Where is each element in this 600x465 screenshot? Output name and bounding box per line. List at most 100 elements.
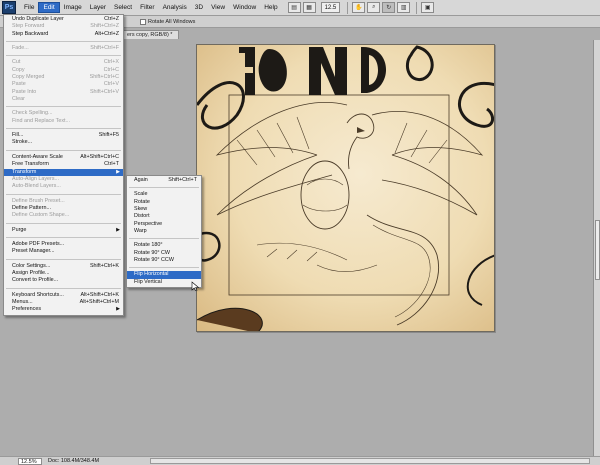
menu-item-shortcut: Ctrl+T bbox=[104, 161, 119, 168]
edit-menu-item-transform[interactable]: Transform ▶ bbox=[4, 168, 123, 176]
edit-menu-item-step-backward[interactable]: Step Backward Alt+Ctrl+Z bbox=[4, 31, 123, 38]
edit-menu-item-define-custom-shape: Define Custom Shape... bbox=[4, 212, 123, 219]
horizontal-scrollbar[interactable] bbox=[150, 458, 590, 464]
menu-separator bbox=[6, 55, 121, 57]
transform-menu-item-distort[interactable]: Distort bbox=[127, 213, 201, 220]
menu-item-label: Copy Merged bbox=[12, 74, 45, 81]
submenu-arrow-icon: ▶ bbox=[116, 226, 120, 233]
transform-menu-item-warp[interactable]: Warp bbox=[127, 228, 201, 235]
menu-item-label: Rotate 180° bbox=[134, 242, 163, 249]
menu-separator bbox=[6, 287, 121, 289]
menu-image[interactable]: Image bbox=[60, 3, 86, 12]
transform-menu-item-perspective[interactable]: Perspective bbox=[127, 221, 201, 228]
edit-menu-item-purge[interactable]: Purge ▶ bbox=[4, 227, 123, 234]
edit-menu-item-keyboard-shortcuts[interactable]: Keyboard Shortcuts... Alt+Shift+Ctrl+K bbox=[4, 292, 123, 299]
transform-menu-item-rotate-90-cw[interactable]: Rotate 90° CW bbox=[127, 250, 201, 257]
menu-item-label: Preferences bbox=[12, 306, 42, 313]
menu-item-label: Fill... bbox=[12, 132, 24, 139]
artwork-illustration bbox=[197, 45, 494, 331]
menu-item-label: Again bbox=[134, 177, 148, 183]
menu-item-shortcut: Shift+Ctrl+V bbox=[89, 88, 119, 95]
menu-item-label: Menus... bbox=[12, 298, 33, 305]
transform-menu-item-scale[interactable]: Scale bbox=[127, 191, 201, 198]
menu-filter[interactable]: Filter bbox=[136, 3, 158, 12]
transform-menu-item-flip-horizontal[interactable]: Flip Horizontal bbox=[127, 271, 201, 279]
menu-view[interactable]: View bbox=[207, 3, 229, 12]
arrange-documents-icon[interactable]: ▥ bbox=[397, 2, 411, 13]
hand-tool-icon[interactable]: ✋ bbox=[352, 2, 366, 13]
menu-item-label: Clear bbox=[12, 96, 25, 103]
edit-menu-item-fill[interactable]: Fill... Shift+F5 bbox=[4, 132, 123, 139]
launch-bridge-icon[interactable]: ▤ bbox=[287, 2, 301, 13]
menu-item-label: Define Custom Shape... bbox=[12, 212, 70, 219]
menu-item-label: Define Brush Preset... bbox=[12, 197, 65, 204]
artwork-canvas[interactable] bbox=[196, 44, 495, 332]
toolbar-divider bbox=[416, 1, 418, 14]
edit-menu-item-fade: Fade... Shift+Ctrl+F bbox=[4, 45, 123, 52]
edit-menu-item-color-settings[interactable]: Color Settings... Shift+Ctrl+K bbox=[4, 263, 123, 270]
rotate-view-tool-icon[interactable]: ↻ bbox=[382, 2, 396, 13]
edit-menu-item-assign-profile[interactable]: Assign Profile... bbox=[4, 270, 123, 277]
rotate-all-windows-label: Rotate All Windows bbox=[148, 19, 196, 25]
menu-separator bbox=[6, 41, 121, 43]
menu-item-label: Rotate 90° CCW bbox=[134, 257, 174, 264]
transform-menu-item-flip-vertical[interactable]: Flip Vertical bbox=[127, 279, 201, 286]
menu-item-shortcut: Shift+Ctrl+T bbox=[168, 177, 197, 183]
view-extras-icon[interactable]: ▦ bbox=[302, 2, 316, 13]
menu-separator bbox=[6, 106, 121, 108]
edit-menu-item-stroke[interactable]: Stroke... bbox=[4, 139, 123, 146]
transform-menu-item-skew[interactable]: Skew bbox=[127, 206, 201, 213]
mouse-pointer-icon bbox=[191, 281, 200, 291]
menu-item-label: Copy bbox=[12, 66, 25, 73]
vertical-scrollbar[interactable] bbox=[593, 40, 600, 456]
menu-window[interactable]: Window bbox=[229, 3, 260, 12]
menu-3d[interactable]: 3D bbox=[191, 3, 207, 12]
edit-menu-item-define-pattern[interactable]: Define Pattern... bbox=[4, 205, 123, 212]
edit-menu-item-preferences[interactable]: Preferences ▶ bbox=[4, 306, 123, 313]
menu-separator bbox=[129, 187, 199, 189]
menu-item-label: Define Pattern... bbox=[12, 204, 51, 211]
screen-mode-icon[interactable]: ▣ bbox=[421, 2, 435, 13]
menu-file[interactable]: File bbox=[20, 3, 38, 12]
transform-menu-item-rotate-180[interactable]: Rotate 180° bbox=[127, 242, 201, 249]
edit-menu-item-adobe-pdf-presets[interactable]: Adobe PDF Presets... bbox=[4, 241, 123, 248]
menu-layer[interactable]: Layer bbox=[86, 3, 110, 12]
application-bar-tools: ▤ ▦ 12.5 ✋ ⌕ ↻ ▥ ▣ bbox=[287, 1, 437, 14]
edit-menu-item-menus[interactable]: Menus... Alt+Shift+Ctrl+M bbox=[4, 299, 123, 306]
menu-item-label: Distort bbox=[134, 213, 150, 220]
edit-menu-item-undo-duplicate-layer[interactable]: Undo Duplicate Layer Ctrl+Z bbox=[4, 16, 123, 23]
menu-item-label: Auto-Align Layers... bbox=[12, 175, 60, 182]
zoom-level-select[interactable]: 12.5 bbox=[320, 2, 341, 13]
menu-item-label: Preset Manager... bbox=[12, 248, 55, 255]
vertical-scrollbar-thumb[interactable] bbox=[595, 220, 600, 280]
menu-item-label: Keyboard Shortcuts... bbox=[12, 291, 64, 298]
menu-item-label: Paste Into bbox=[12, 88, 37, 95]
photoshop-logo-icon[interactable]: Ps bbox=[2, 1, 16, 14]
menu-item-label: Find and Replace Text... bbox=[12, 117, 71, 124]
edit-menu-item-preset-manager[interactable]: Preset Manager... bbox=[4, 248, 123, 255]
edit-menu-item-free-transform[interactable]: Free Transform Ctrl+T bbox=[4, 161, 123, 168]
menu-edit[interactable]: Edit bbox=[38, 2, 60, 13]
menu-separator bbox=[6, 128, 121, 130]
menu-item-label: Step Forward bbox=[12, 23, 45, 30]
document-size-info[interactable]: Doc: 108.4M/348.4M bbox=[48, 458, 99, 464]
transform-menu-item-rotate-90-ccw[interactable]: Rotate 90° CCW bbox=[127, 257, 201, 264]
menu-separator bbox=[6, 258, 121, 260]
edit-menu-item-convert-to-profile[interactable]: Convert to Profile... bbox=[4, 277, 123, 284]
menu-item-label: Undo Duplicate Layer bbox=[12, 16, 64, 22]
transform-menu-item-rotate[interactable]: Rotate bbox=[127, 199, 201, 206]
menu-item-shortcut: Alt+Shift+Ctrl+C bbox=[80, 153, 119, 160]
document-tab[interactable]: ers copy, RGB/8) * bbox=[120, 30, 180, 39]
menu-item-label: Assign Profile... bbox=[12, 269, 50, 276]
edit-menu-item-content-aware-scale[interactable]: Content-Aware Scale Alt+Shift+Ctrl+C bbox=[4, 154, 123, 161]
zoom-tool-icon[interactable]: ⌕ bbox=[367, 2, 381, 13]
menu-select[interactable]: Select bbox=[110, 3, 136, 12]
transform-menu-item-again[interactable]: Again Shift+Ctrl+T bbox=[127, 177, 201, 184]
menu-separator bbox=[6, 193, 121, 195]
rotate-all-windows-checkbox[interactable] bbox=[140, 19, 146, 25]
menu-analysis[interactable]: Analysis bbox=[159, 3, 191, 12]
menu-item-label: Step Backward bbox=[12, 30, 49, 37]
menu-item-label: Flip Vertical bbox=[134, 278, 162, 285]
zoom-percent-field[interactable]: 12.5% bbox=[18, 457, 42, 465]
menu-help[interactable]: Help bbox=[260, 3, 281, 12]
